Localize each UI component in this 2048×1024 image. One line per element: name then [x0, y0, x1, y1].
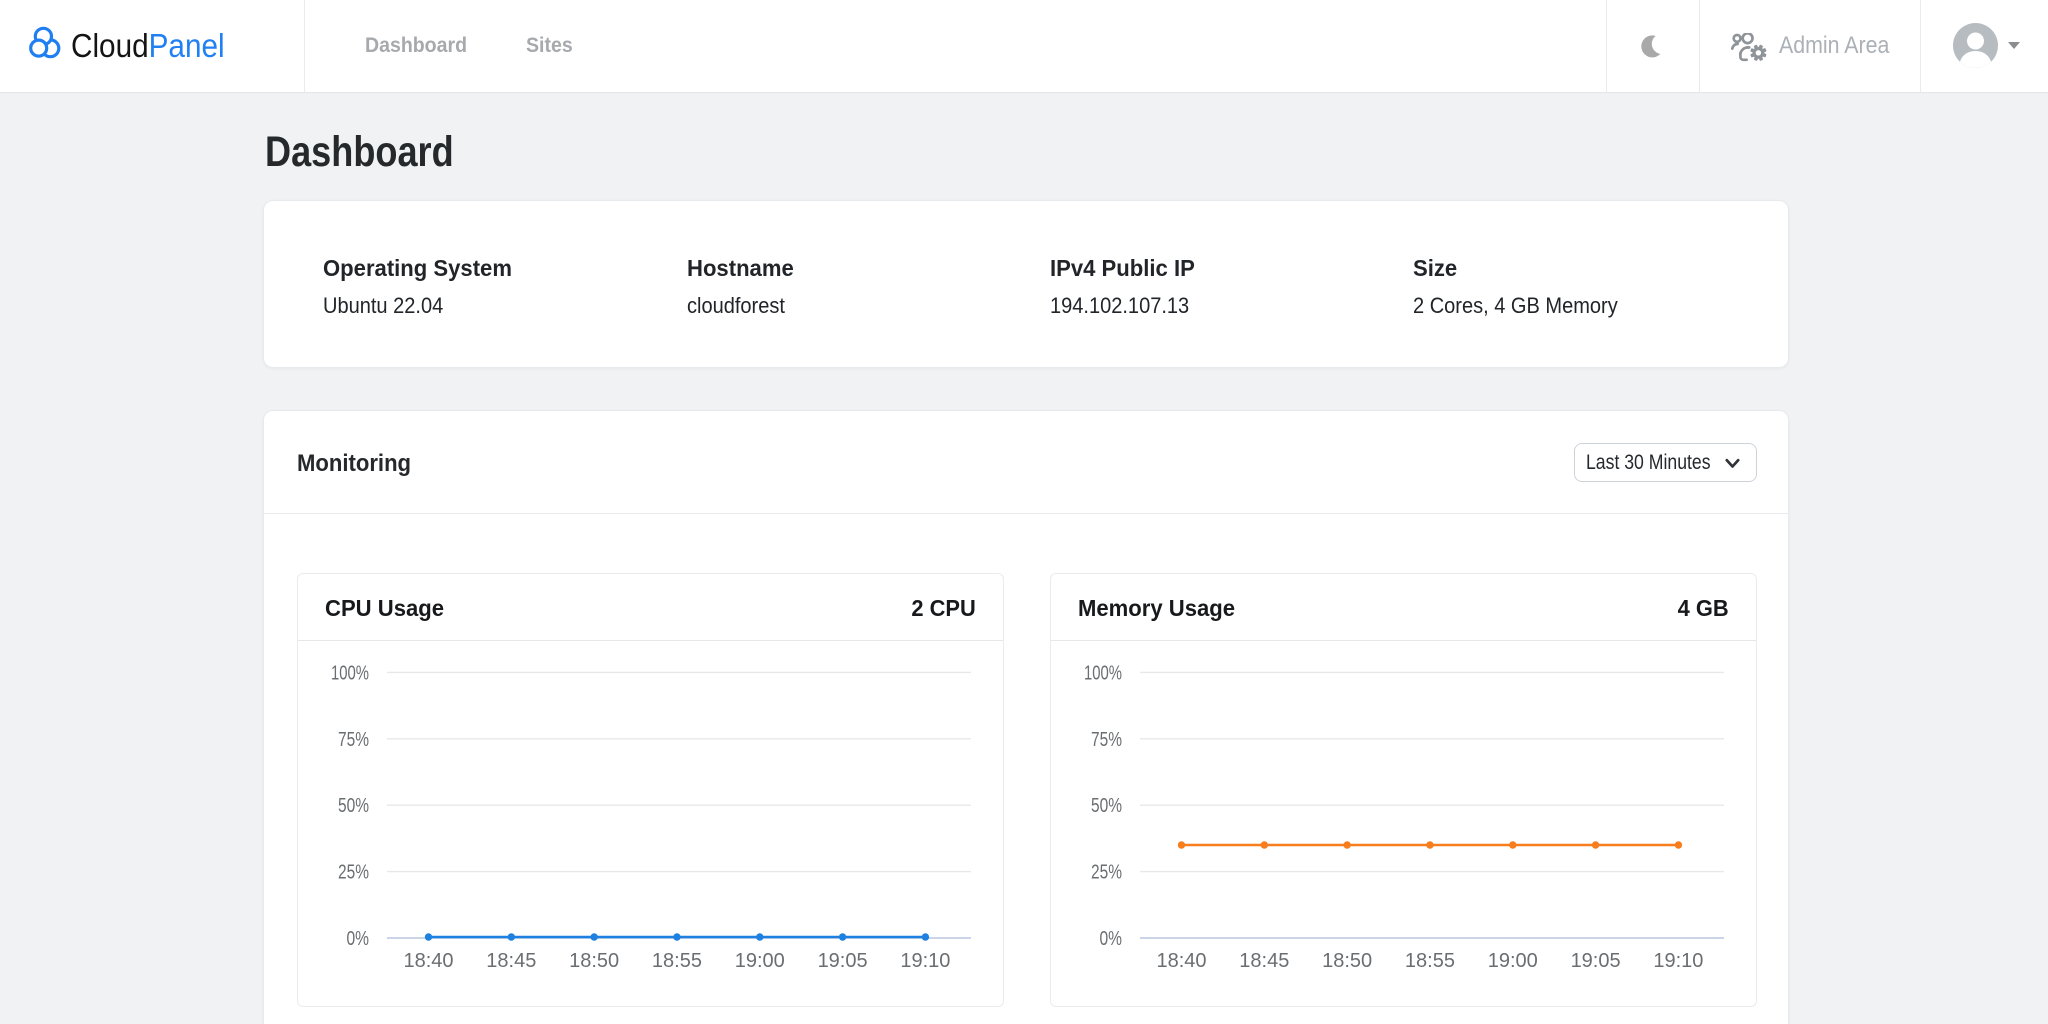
svg-text:18:40: 18:40	[1156, 950, 1206, 972]
svg-text:18:55: 18:55	[652, 950, 702, 972]
svg-text:75%: 75%	[1091, 729, 1122, 751]
svg-text:25%: 25%	[338, 862, 369, 884]
svg-text:0%: 0%	[347, 928, 370, 950]
svg-text:18:45: 18:45	[1239, 950, 1289, 972]
svg-text:25%: 25%	[1091, 862, 1122, 884]
svg-text:0%: 0%	[1100, 928, 1123, 950]
svg-text:19:00: 19:00	[1488, 950, 1538, 972]
svg-text:18:50: 18:50	[1322, 950, 1372, 972]
svg-text:75%: 75%	[338, 729, 369, 751]
svg-text:50%: 50%	[338, 795, 369, 817]
svg-text:100%: 100%	[331, 662, 369, 684]
svg-text:19:10: 19:10	[900, 950, 950, 972]
svg-text:19:05: 19:05	[1571, 950, 1621, 972]
svg-text:18:40: 18:40	[403, 950, 453, 972]
svg-text:19:00: 19:00	[735, 950, 785, 972]
svg-text:18:50: 18:50	[569, 950, 619, 972]
svg-text:19:10: 19:10	[1653, 950, 1703, 972]
svg-text:100%: 100%	[1084, 662, 1122, 684]
svg-text:50%: 50%	[1091, 795, 1122, 817]
svg-text:18:55: 18:55	[1405, 950, 1455, 972]
svg-text:19:05: 19:05	[818, 950, 868, 972]
svg-text:18:45: 18:45	[486, 950, 536, 972]
